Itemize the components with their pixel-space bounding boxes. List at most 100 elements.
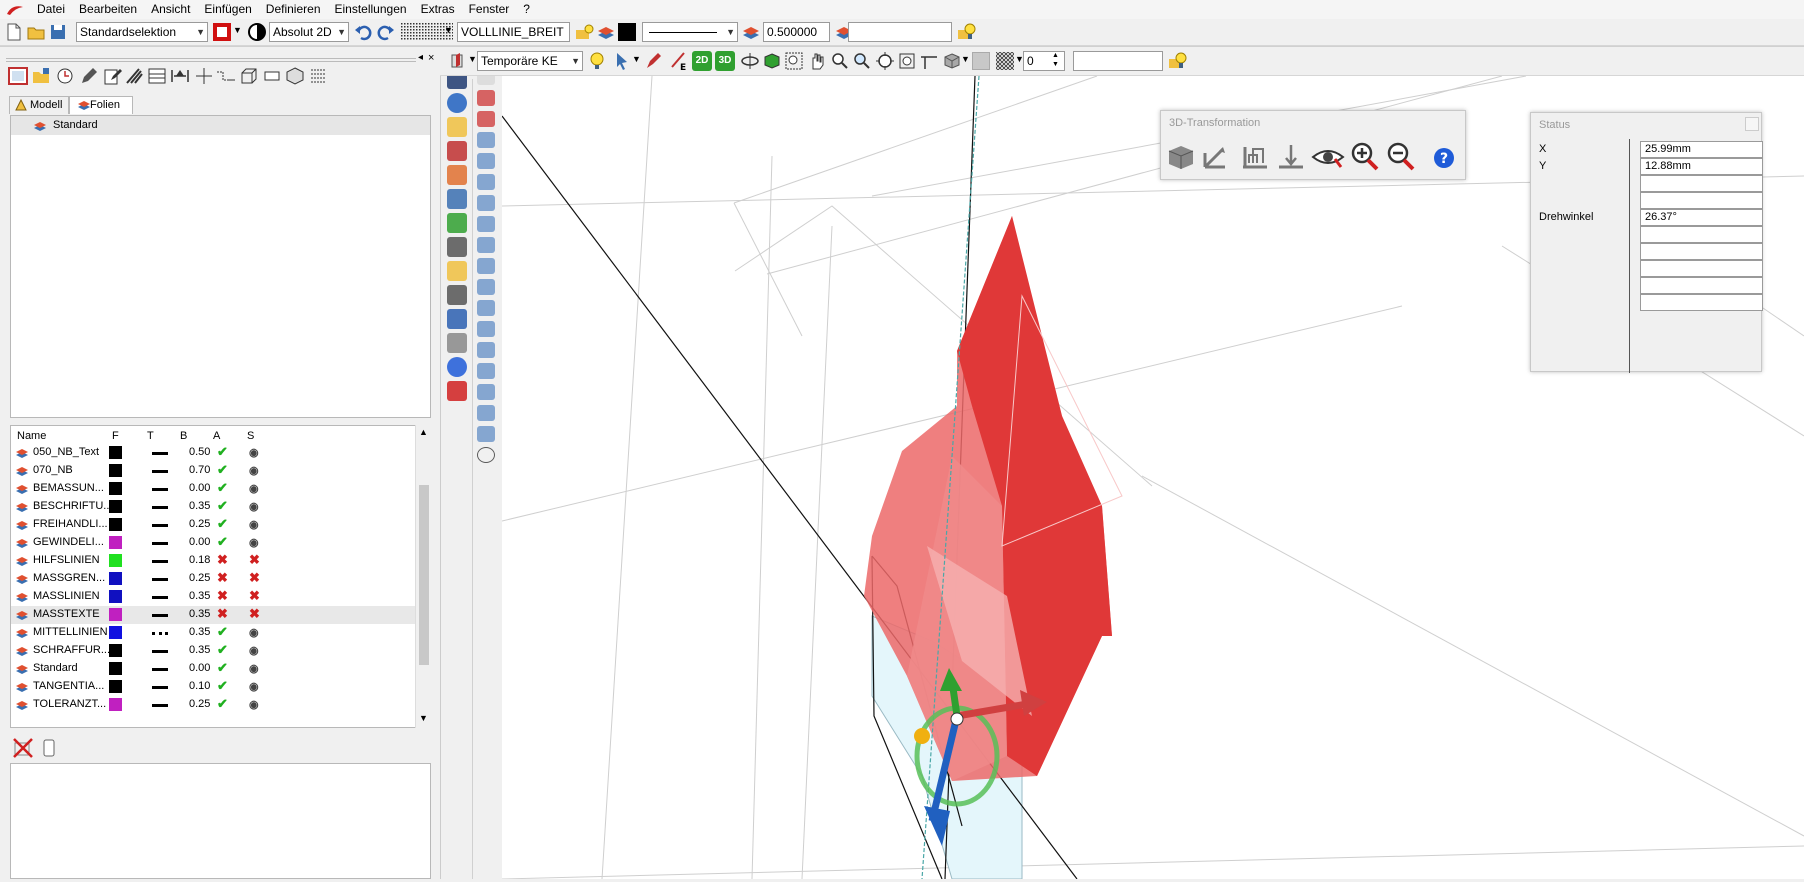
table-row[interactable]: GEWINDELI... 0.00 ✔ ◉ <box>11 534 416 552</box>
status-value[interactable] <box>1640 243 1763 260</box>
layer-line-style[interactable] <box>152 506 168 509</box>
cross-icon[interactable]: ✖ <box>217 552 228 568</box>
layer-color-swatch[interactable] <box>109 500 122 513</box>
status-value[interactable] <box>1640 192 1763 209</box>
dash-cross-icon[interactable] <box>447 237 467 257</box>
scroll-up-icon[interactable]: ▲ <box>419 427 428 437</box>
current-color-swatch[interactable] <box>618 23 636 41</box>
layer-width[interactable]: 0.35 <box>189 644 210 656</box>
layer-line-style[interactable] <box>152 632 168 635</box>
layer-line-style[interactable] <box>152 686 168 689</box>
check-icon[interactable]: ✔ <box>217 678 228 694</box>
layer-line-style[interactable] <box>152 596 168 599</box>
cross-icon[interactable]: ✖ <box>249 606 260 622</box>
table-row[interactable]: MASSGREN... 0.25 ✖ ✖ <box>11 570 416 588</box>
move-right-icon[interactable] <box>477 153 495 169</box>
open-folder-icon[interactable] <box>26 22 46 42</box>
menu-definieren[interactable]: Definieren <box>259 0 328 19</box>
hatch-pencil-icon[interactable] <box>447 165 467 185</box>
scatter-icon[interactable] <box>477 342 495 358</box>
check-icon[interactable]: ✔ <box>217 444 228 460</box>
linestyle-field[interactable]: VOLLLINIE_BREIT <box>457 22 570 42</box>
table-row[interactable]: Standard 0.00 ✔ ◉ <box>11 660 416 678</box>
eye-icon[interactable]: ◉ <box>249 464 259 477</box>
layer-color-swatch[interactable] <box>109 446 122 459</box>
eye-icon[interactable]: ◉ <box>249 482 259 495</box>
linestyle-pick-icon[interactable] <box>574 22 594 42</box>
eye-icon[interactable]: ◉ <box>249 500 259 513</box>
panel-rect-icon[interactable] <box>262 66 282 86</box>
color-chevron-icon[interactable]: ▼ <box>233 25 242 35</box>
status-value[interactable]: 26.37° <box>1640 209 1763 226</box>
layer-color-swatch[interactable] <box>109 680 122 693</box>
layer-color-swatch[interactable] <box>109 698 122 711</box>
check-icon[interactable]: ✔ <box>217 516 228 532</box>
pen-width-field[interactable]: 0.500000 <box>763 22 830 42</box>
transform-zoom-in-icon[interactable] <box>1349 141 1381 171</box>
copy-right-icon[interactable] <box>477 195 495 211</box>
layer-line-style[interactable] <box>152 470 168 473</box>
dots-grid-icon[interactable] <box>477 258 495 274</box>
layer-width[interactable]: 0.10 <box>189 680 210 692</box>
layer-line-style[interactable] <box>152 704 168 707</box>
layer-line-style[interactable] <box>152 650 168 653</box>
zoom-in-icon[interactable] <box>830 51 850 71</box>
layer-width[interactable]: 0.35 <box>189 626 210 638</box>
save-icon[interactable] <box>48 22 68 42</box>
table-row[interactable]: TANGENTIA... 0.10 ✔ ◉ <box>11 678 416 696</box>
layer-color-swatch[interactable] <box>109 464 122 477</box>
counter-spinner-icon[interactable]: ▲ ▼ <box>1052 51 1059 69</box>
cross-icon[interactable]: ✖ <box>249 588 260 604</box>
table-row[interactable]: 070_NB 0.70 ✔ ◉ <box>11 462 416 480</box>
pen-red-icon[interactable] <box>644 51 664 71</box>
rotate2-icon[interactable] <box>477 321 495 337</box>
layer-line-style[interactable] <box>152 560 168 563</box>
cross-icon[interactable]: ✖ <box>217 606 228 622</box>
transform-drop-icon[interactable] <box>1275 143 1307 171</box>
layer-width[interactable]: 0.50 <box>189 446 210 458</box>
zoom-all-icon[interactable] <box>875 51 895 71</box>
layer-width[interactable]: 0.25 <box>189 572 210 584</box>
grid-chevron-icon[interactable]: ▼ <box>444 25 453 35</box>
pen-width-layer-icon[interactable] <box>741 22 761 42</box>
coord-mode-select[interactable]: Absolut 2D ▼ <box>269 22 349 42</box>
menu-ansicht[interactable]: Ansicht <box>144 0 197 19</box>
menu-datei[interactable]: Datei <box>30 0 72 19</box>
layer-line-style[interactable] <box>152 542 168 545</box>
layer-width[interactable]: 0.18 <box>189 554 210 566</box>
eye-icon[interactable]: ◉ <box>249 446 259 459</box>
menu-help[interactable]: ? <box>516 0 537 19</box>
delete-layer-icon[interactable] <box>12 737 34 759</box>
copy-multi-icon[interactable] <box>477 216 495 232</box>
layer-line-style[interactable] <box>152 488 168 491</box>
table-row[interactable]: 050_NB_Text 0.50 ✔ ◉ <box>11 444 416 462</box>
layer-width[interactable]: 0.00 <box>189 536 210 548</box>
panel-close-icon[interactable]: × <box>428 52 434 64</box>
status-close-button[interactable] <box>1745 117 1759 131</box>
layer-list-scrollbar[interactable]: ▲ ▼ <box>415 425 431 728</box>
redo-icon[interactable] <box>376 22 396 42</box>
info-icon[interactable] <box>447 357 467 377</box>
view-3d-button[interactable]: 3D <box>715 51 735 71</box>
pan-hand-icon[interactable] <box>807 51 827 71</box>
status-value[interactable] <box>1640 294 1763 311</box>
table-row[interactable]: FREIHANDLI... 0.25 ✔ ◉ <box>11 516 416 534</box>
table-row[interactable]: MITTELLINIEN 0.35 ✔ ◉ <box>11 624 416 642</box>
table-row[interactable]: BEMASSUN... 0.00 ✔ ◉ <box>11 480 416 498</box>
cross-icon[interactable]: ✖ <box>249 552 260 568</box>
layer-color-swatch[interactable] <box>109 626 122 639</box>
text-format-icon[interactable] <box>447 309 467 329</box>
status-value[interactable]: 25.99mm <box>1640 141 1763 158</box>
layer-color-swatch[interactable] <box>109 554 122 567</box>
col-a[interactable]: A <box>213 430 220 442</box>
layer-color-swatch[interactable] <box>109 536 122 549</box>
menu-einstellungen[interactable]: Einstellungen <box>328 0 414 19</box>
panel-pencil-icon[interactable] <box>79 66 99 86</box>
eye-icon[interactable]: ◉ <box>249 698 259 711</box>
layer-width[interactable]: 0.25 <box>189 518 210 530</box>
col-name[interactable]: Name <box>17 430 46 442</box>
zoom-dynamic-icon[interactable] <box>852 51 872 71</box>
panel-hatch-pen-icon[interactable] <box>124 66 144 86</box>
layer-color-swatch[interactable] <box>109 572 122 585</box>
hatch-icon[interactable] <box>447 333 467 353</box>
